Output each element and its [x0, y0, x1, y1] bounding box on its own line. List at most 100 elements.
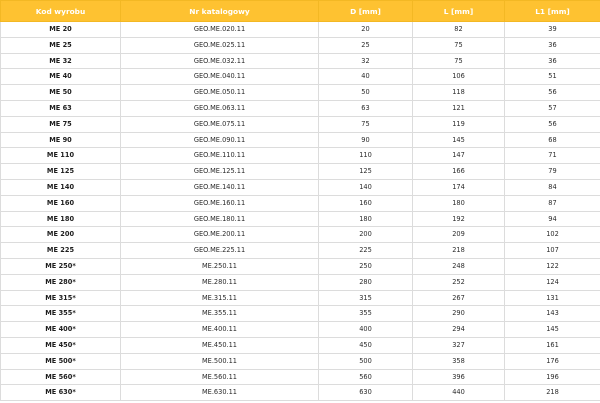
- product-spec-table: Kod wyrobu Nr katalogowy D [mm] L [mm] L…: [0, 0, 600, 402]
- cell-catalog-number: GEO.ME.050.11: [120, 84, 319, 101]
- table-row: ME 63 GEO.ME.063.11 63 121 57: [0, 99, 600, 117]
- cell-diameter: 140: [318, 178, 413, 196]
- cell-length: 106: [412, 68, 505, 86]
- header-catalog-number: Nr katalogowy: [120, 0, 319, 22]
- cell-diameter: 315: [318, 289, 413, 307]
- cell-product-code: ME 90: [0, 131, 121, 149]
- cell-length-l1: 176: [504, 352, 600, 370]
- cell-diameter: 180: [318, 210, 413, 228]
- table-row: ME 110 GEO.ME.110.11 110 147 71: [0, 147, 600, 165]
- cell-diameter: 160: [318, 194, 413, 212]
- table-row: ME 500* ME.500.11 500 358 176: [0, 352, 600, 370]
- cell-length-l1: 36: [504, 36, 600, 54]
- cell-diameter: 500: [318, 352, 413, 370]
- header-diameter: D [mm]: [318, 0, 413, 22]
- cell-length-l1: 131: [504, 289, 600, 307]
- cell-length: 180: [412, 194, 505, 212]
- cell-diameter: 250: [318, 257, 413, 275]
- cell-catalog-number: GEO.ME.160.11: [120, 194, 319, 212]
- cell-catalog-number: GEO.ME.063.11: [120, 99, 319, 117]
- cell-length-l1: 218: [504, 384, 600, 402]
- cell-length: 396: [412, 368, 505, 386]
- cell-catalog-number: GEO.ME.125.11: [120, 163, 319, 180]
- cell-length: 252: [412, 273, 505, 291]
- cell-length: 209: [412, 226, 505, 244]
- table-row: ME 125 GEO.ME.125.11 125 166 79: [0, 163, 600, 180]
- cell-product-code: ME 63: [0, 99, 121, 117]
- cell-catalog-number: ME.450.11: [120, 336, 319, 354]
- table-row: ME 90 GEO.ME.090.11 90 145 68: [0, 131, 600, 149]
- cell-catalog-number: GEO.ME.032.11: [120, 52, 319, 70]
- cell-product-code: ME 225: [0, 242, 121, 259]
- cell-length-l1: 124: [504, 273, 600, 291]
- cell-diameter: 63: [318, 99, 413, 117]
- cell-catalog-number: ME.400.11: [120, 321, 319, 338]
- cell-length: 174: [412, 178, 505, 196]
- cell-length-l1: 102: [504, 226, 600, 244]
- cell-length: 267: [412, 289, 505, 307]
- cell-catalog-number: GEO.ME.180.11: [120, 210, 319, 228]
- cell-length: 440: [412, 384, 505, 402]
- cell-length: 82: [412, 21, 505, 38]
- cell-product-code: ME 40: [0, 68, 121, 86]
- cell-diameter: 32: [318, 52, 413, 70]
- cell-catalog-number: GEO.ME.020.11: [120, 21, 319, 38]
- table-row: ME 160 GEO.ME.160.11 160 180 87: [0, 194, 600, 212]
- table-row: ME 32 GEO.ME.032.11 32 75 36: [0, 52, 600, 70]
- cell-diameter: 90: [318, 131, 413, 149]
- table-row: ME 50 GEO.ME.050.11 50 118 56: [0, 84, 600, 101]
- cell-diameter: 355: [318, 305, 413, 323]
- cell-length-l1: 36: [504, 52, 600, 70]
- cell-product-code: ME 25: [0, 36, 121, 54]
- cell-length-l1: 68: [504, 131, 600, 149]
- cell-catalog-number: ME.630.11: [120, 384, 319, 402]
- cell-catalog-number: GEO.ME.025.11: [120, 36, 319, 54]
- cell-length: 327: [412, 336, 505, 354]
- cell-catalog-number: GEO.ME.200.11: [120, 226, 319, 244]
- cell-length: 294: [412, 321, 505, 338]
- table-header: Kod wyrobu Nr katalogowy D [mm] L [mm] L…: [0, 0, 600, 22]
- cell-length: 290: [412, 305, 505, 323]
- table-row: ME 25 GEO.ME.025.11 25 75 36: [0, 36, 600, 54]
- cell-length-l1: 87: [504, 194, 600, 212]
- header-product-code: Kod wyrobu: [0, 0, 121, 22]
- cell-length: 145: [412, 131, 505, 149]
- cell-product-code: ME 75: [0, 115, 121, 133]
- cell-length-l1: 79: [504, 163, 600, 180]
- cell-diameter: 50: [318, 84, 413, 101]
- cell-product-code: ME 32: [0, 52, 121, 70]
- cell-length: 358: [412, 352, 505, 370]
- cell-length: 192: [412, 210, 505, 228]
- cell-catalog-number: ME.315.11: [120, 289, 319, 307]
- table-row: ME 280* ME.280.11 280 252 124: [0, 273, 600, 291]
- cell-catalog-number: ME.280.11: [120, 273, 319, 291]
- cell-length-l1: 56: [504, 84, 600, 101]
- cell-product-code: ME 140: [0, 178, 121, 196]
- cell-length-l1: 51: [504, 68, 600, 86]
- cell-product-code: ME 125: [0, 163, 121, 180]
- cell-diameter: 280: [318, 273, 413, 291]
- cell-catalog-number: GEO.ME.140.11: [120, 178, 319, 196]
- cell-catalog-number: GEO.ME.110.11: [120, 147, 319, 165]
- table-row: ME 140 GEO.ME.140.11 140 174 84: [0, 178, 600, 196]
- cell-diameter: 630: [318, 384, 413, 402]
- table-row: ME 560* ME.560.11 560 396 196: [0, 368, 600, 386]
- table-row: ME 315* ME.315.11 315 267 131: [0, 289, 600, 307]
- cell-length: 218: [412, 242, 505, 259]
- cell-catalog-number: ME.500.11: [120, 352, 319, 370]
- cell-length-l1: 71: [504, 147, 600, 165]
- cell-diameter: 40: [318, 68, 413, 86]
- cell-length-l1: 57: [504, 99, 600, 117]
- cell-diameter: 225: [318, 242, 413, 259]
- cell-length-l1: 122: [504, 257, 600, 275]
- cell-product-code: ME 20: [0, 21, 121, 38]
- cell-catalog-number: GEO.ME.090.11: [120, 131, 319, 149]
- table-row: ME 400* ME.400.11 400 294 145: [0, 321, 600, 338]
- cell-product-code: ME 180: [0, 210, 121, 228]
- cell-length-l1: 94: [504, 210, 600, 228]
- table-row: ME 180 GEO.ME.180.11 180 192 94: [0, 210, 600, 228]
- table-row: ME 630* ME.630.11 630 440 218: [0, 384, 600, 402]
- cell-length-l1: 143: [504, 305, 600, 323]
- table-row: ME 450* ME.450.11 450 327 161: [0, 336, 600, 354]
- cell-catalog-number: ME.250.11: [120, 257, 319, 275]
